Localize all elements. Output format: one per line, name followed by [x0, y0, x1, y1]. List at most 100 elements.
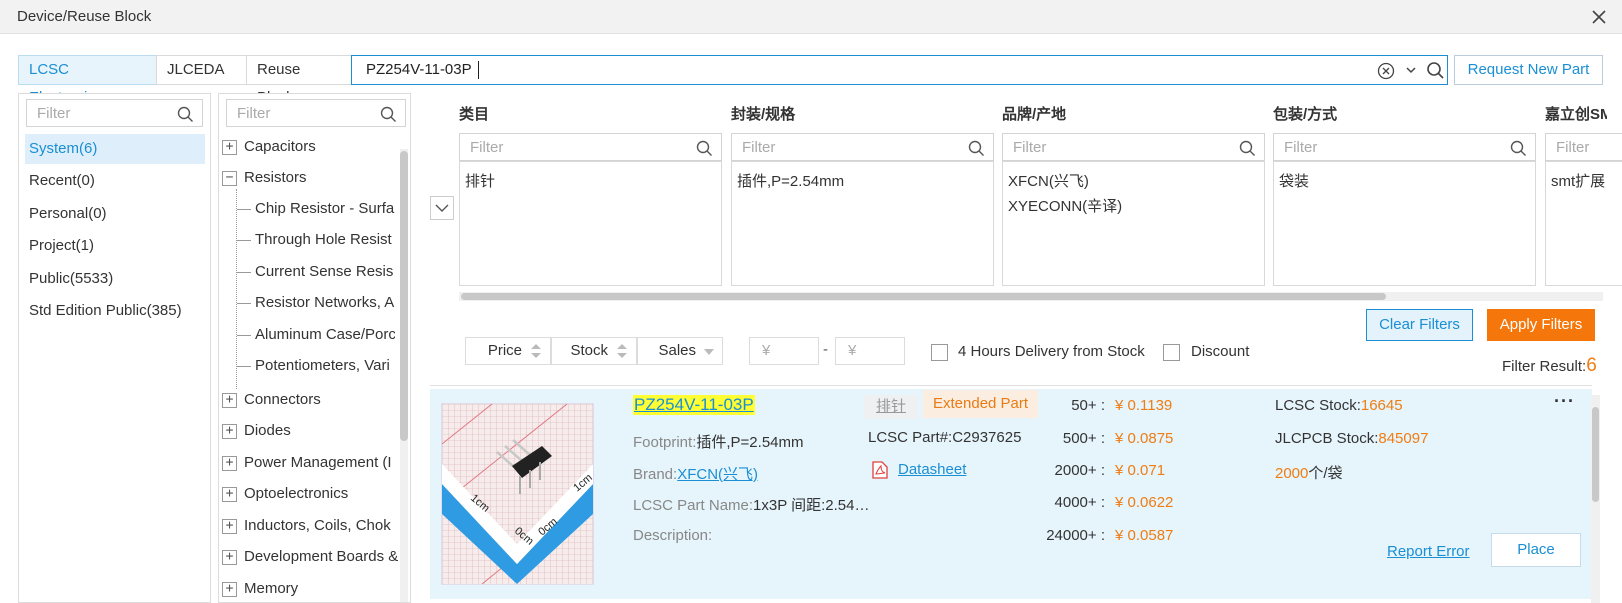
search-icon[interactable]: [1426, 61, 1445, 80]
subcategory-label: Chip Resistor - Surfa: [255, 200, 395, 217]
apply-filters-button[interactable]: Apply Filters: [1487, 309, 1595, 341]
category-column-filter-input[interactable]: Filter: [459, 133, 722, 161]
library-item-system[interactable]: System(6): [25, 134, 205, 164]
discount-checkbox[interactable]: [1163, 344, 1180, 361]
footprint-row: Footprint:插件,P=2.54mm: [633, 431, 804, 452]
subcategory-through-hole-resistors[interactable]: Through Hole Resist: [237, 231, 395, 255]
library-filter-input[interactable]: Filter: [26, 99, 203, 127]
more-options-icon[interactable]: ···: [1554, 391, 1575, 412]
sort-sales-label: Sales: [658, 342, 696, 359]
library-item-public[interactable]: Public(5533): [25, 264, 205, 294]
category-filter-input[interactable]: Filter: [226, 99, 406, 127]
filter-value[interactable]: 插件,P=2.54mm: [737, 170, 844, 191]
category-power-management[interactable]: + Power Management (I: [219, 452, 395, 476]
tab-reuse-block[interactable]: Reuse Block: [246, 55, 352, 106]
results-scrollbar-thumb[interactable]: [1592, 407, 1599, 502]
filter-result-count: 6: [1586, 355, 1597, 376]
smt-column-filter-input[interactable]: Filter: [1545, 133, 1622, 161]
expand-icon[interactable]: +: [222, 456, 237, 471]
library-item-project[interactable]: Project(1): [25, 231, 205, 261]
expand-icon[interactable]: +: [222, 487, 237, 502]
tree-scrollbar-thumb[interactable]: [400, 151, 408, 441]
search-value: PZ254V-11-03P: [366, 61, 472, 78]
library-item-personal[interactable]: Personal(0): [25, 199, 205, 229]
chevron-down-icon[interactable]: [1405, 64, 1417, 76]
extended-part-tag: Extended Part: [923, 390, 1039, 418]
filter-value[interactable]: smt扩展: [1551, 170, 1605, 191]
filter-column-title-packaging: 包装/方式: [1273, 106, 1338, 123]
price-tier-price: ¥ 0.0622: [1115, 494, 1174, 511]
expand-icon[interactable]: +: [222, 519, 237, 534]
filter-value[interactable]: XFCN(兴飞): [1008, 170, 1089, 191]
package-column-filter-input[interactable]: Filter: [731, 133, 994, 161]
filter-value[interactable]: 袋装: [1279, 170, 1309, 191]
subcategory-resistor-networks[interactable]: Resistor Networks, A: [237, 294, 395, 318]
category-tag[interactable]: 排针: [864, 395, 919, 419]
tab-lcsc-electronics[interactable]: LCSC Electronics: [18, 55, 157, 106]
expand-icon[interactable]: +: [222, 550, 237, 565]
collapse-icon[interactable]: −: [222, 171, 237, 186]
category-diodes[interactable]: + Diodes: [219, 420, 395, 444]
request-new-part-button[interactable]: Request New Part: [1454, 55, 1603, 85]
results-scrollbar-track[interactable]: [1591, 395, 1600, 603]
price-min-input[interactable]: ¥: [749, 337, 819, 365]
subcategory-aluminum-case[interactable]: Aluminum Case/Porc: [237, 326, 395, 350]
tab-jlceda[interactable]: JLCEDA: [156, 55, 247, 85]
product-image[interactable]: 1cm 0cm 0cm 1cm: [441, 403, 594, 585]
subcategory-chip-resistor[interactable]: Chip Resistor - Surfa: [237, 200, 395, 224]
report-error-link[interactable]: Report Error: [1387, 543, 1470, 560]
search-input[interactable]: PZ254V-11-03P: [351, 55, 1448, 85]
delivery-checkbox[interactable]: [931, 344, 948, 361]
brand-column-filter-input[interactable]: Filter: [1002, 133, 1265, 161]
expand-icon[interactable]: +: [222, 582, 237, 597]
category-label: Development Boards &: [244, 548, 399, 565]
filters-scrollbar-track[interactable]: [459, 292, 1603, 301]
packaging-column-values: 袋装: [1273, 161, 1536, 286]
category-label: Power Management (I: [244, 454, 392, 471]
sort-stock-button[interactable]: Stock: [551, 337, 637, 365]
category-capacitors[interactable]: + Capacitors: [219, 136, 395, 160]
category-column-values: 排针: [459, 161, 722, 286]
category-memory[interactable]: + Memory: [219, 578, 395, 602]
price-tier-qty: 24000+ :: [1046, 527, 1105, 544]
part-name-link[interactable]: PZ254V-11-03P: [633, 395, 755, 415]
category-development-boards[interactable]: + Development Boards &: [219, 546, 399, 570]
library-item-std-edition-public[interactable]: Std Edition Public(385): [25, 296, 205, 326]
packaging-column-filter-input[interactable]: Filter: [1273, 133, 1536, 161]
place-button[interactable]: Place: [1491, 533, 1581, 567]
clear-search-icon[interactable]: [1377, 62, 1395, 80]
pdf-icon[interactable]: [872, 461, 888, 479]
filters-scrollbar-thumb[interactable]: [461, 293, 1386, 300]
collapse-filters-button[interactable]: [430, 196, 454, 220]
subcategory-potentiometers[interactable]: Potentiometers, Vari: [237, 357, 395, 381]
datasheet-link[interactable]: Datasheet: [898, 461, 966, 478]
filter-value[interactable]: XYECONN(辛译): [1008, 195, 1122, 216]
pack-quantity-row: 2000个/袋: [1275, 462, 1343, 483]
sort-sales-button[interactable]: Sales: [637, 337, 723, 365]
price-max-input[interactable]: ¥: [835, 337, 905, 365]
pack-quantity-unit: 个/袋: [1308, 465, 1343, 482]
search-icon: [1510, 140, 1527, 157]
filter-value[interactable]: 排针: [465, 170, 495, 191]
price-tier-price: ¥ 0.071: [1115, 462, 1166, 479]
category-label: Capacitors: [244, 138, 316, 155]
category-connectors[interactable]: + Connectors: [219, 389, 395, 413]
expand-icon[interactable]: +: [222, 140, 237, 155]
sort-price-button[interactable]: Price: [465, 337, 551, 365]
close-icon[interactable]: [1590, 8, 1608, 26]
tree-scrollbar-track[interactable]: [400, 149, 408, 602]
category-optoelectronics[interactable]: + Optoelectronics: [219, 483, 395, 507]
delivery-label: 4 Hours Delivery from Stock: [958, 343, 1145, 360]
filter-column-title-brand: 品牌/产地: [1002, 106, 1067, 123]
category-resistors[interactable]: − Resistors: [219, 167, 395, 191]
category-inductors[interactable]: + Inductors, Coils, Chok: [219, 515, 395, 539]
expand-icon[interactable]: +: [222, 424, 237, 439]
clear-filters-button[interactable]: Clear Filters: [1366, 309, 1473, 341]
subcategory-current-sense[interactable]: Current Sense Resis: [237, 263, 395, 287]
category-tree: + Capacitors − Resistors Chip Resistor -…: [219, 134, 399, 602]
expand-icon[interactable]: +: [222, 393, 237, 408]
library-item-recent[interactable]: Recent(0): [25, 166, 205, 196]
result-card[interactable]: 1cm 0cm 0cm 1cm PZ254V-11-03P 排针 Extende…: [430, 389, 1592, 599]
category-label: Inductors, Coils, Chok: [244, 517, 391, 534]
brand-link[interactable]: XFCN(兴飞): [677, 466, 758, 483]
